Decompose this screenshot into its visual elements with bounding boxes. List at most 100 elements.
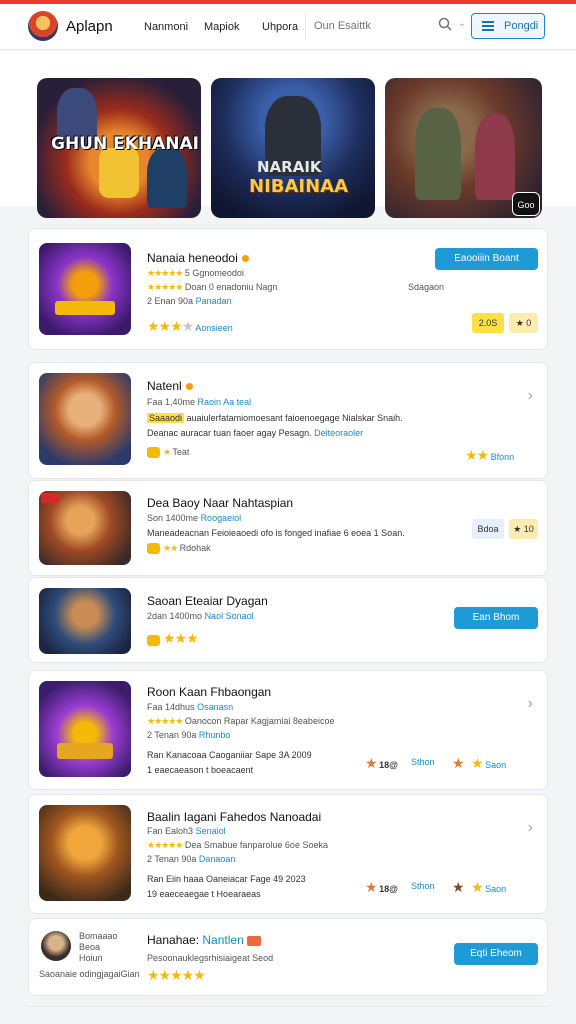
game-thumbnail[interactable] [39, 243, 131, 335]
game-card[interactable]: Baalin Iagani Fahedos Nanoadai Fan Ealoh… [28, 794, 548, 914]
info-pill[interactable]: Bdoa [472, 519, 504, 539]
chevron-right-icon[interactable]: › [528, 387, 533, 405]
meta-text: Faa 14dhus [147, 702, 195, 712]
review-title-link[interactable]: Nantlen [202, 933, 243, 947]
get-button[interactable]: Ean Bhom [454, 607, 538, 629]
info-line: 2 Tenan 90a Danaoan [147, 854, 235, 864]
banner-title: GHUN EKHANAI [51, 134, 200, 154]
rating-line: ★★★★★ Oanocon Rapar Kagjamiai 8eabeicoe [147, 716, 334, 727]
app-header: Aplapn Nanmoni Mapiok Uhpora ⌄ Pongdi [0, 4, 576, 50]
character-figure [147, 148, 187, 208]
star-icon: ★ [515, 318, 524, 328]
get-button[interactable]: Eqti Eheom [454, 943, 538, 965]
badge-row: ★★★ [147, 630, 199, 647]
character-figure [415, 108, 461, 200]
game-title[interactable]: Nanaia heneodoi [147, 251, 249, 265]
game-thumbnail[interactable] [39, 681, 131, 777]
stat-link[interactable]: Sthon [411, 757, 435, 767]
description-line: Deanac auracar tuan faoer agay Pesagn. D… [147, 428, 363, 438]
flag-icon [247, 935, 262, 946]
game-title[interactable]: Baalin Iagani Fahedos Nanoadai [147, 810, 321, 824]
info-line: 2 Tenan 90a Rhunbo [147, 730, 230, 740]
star-rating: ★★★★★ [147, 282, 183, 292]
stat-link-text[interactable]: Sthon [411, 881, 435, 891]
star-icon: ★ [471, 879, 484, 895]
status-dot [241, 255, 249, 263]
featured-banner-3[interactable]: Goo [385, 78, 542, 218]
get-button[interactable]: Eaooiiin Boant [435, 248, 538, 270]
nav-item-1[interactable]: Nanmoni [144, 21, 188, 33]
button-label: Eaooiiin Boant [454, 253, 519, 264]
avatar[interactable] [41, 931, 71, 961]
stat-link-text[interactable]: Saon [485, 884, 506, 894]
info-link[interactable]: Rhunbo [199, 730, 231, 740]
game-thumbnail[interactable] [39, 588, 131, 654]
character-figure [99, 148, 139, 198]
price-pill[interactable]: 2.0S [472, 313, 504, 333]
game-card[interactable]: Dea Baoy Naar Nahtaspian Son 1400me Roog… [28, 480, 548, 576]
featured-banner-1[interactable]: GHUN EKHANAI [37, 78, 201, 218]
button-label: Eqti Eheom [470, 948, 522, 959]
rating-pill[interactable]: ★ 0 [509, 313, 538, 333]
game-card[interactable]: Nanaia heneodoi ★★★★★ 5 Ggnomeodoi ★★★★★… [28, 228, 548, 350]
rating-link[interactable]: Aonsieen [195, 323, 233, 333]
stat-group: ★ 18@ [365, 755, 398, 772]
stat-link[interactable]: Sthon [411, 881, 435, 891]
meta-link[interactable]: Senaiol [196, 826, 226, 836]
review-card[interactable]: Bomaaao Beoa Hoiun Saoanaie odingjagaiGi… [28, 918, 548, 996]
header-menu-button[interactable]: Pongdi [471, 13, 545, 39]
game-title[interactable]: Saoan Eteaiar Dyagan [147, 594, 268, 608]
meta-line: Son 1400me Roogaeiol [147, 513, 241, 523]
game-title[interactable]: Roon Kaan Fhbaongan [147, 685, 271, 699]
avatar-caption: Bomaaao [79, 931, 118, 941]
featured-banner-2[interactable]: NARAIK NIBAINAA [211, 78, 375, 218]
meta-line: Faa 1,40me Raoin Aa teal [147, 397, 251, 407]
review-text: Pesoonauklegsrhisiaigeat Seod [147, 953, 274, 963]
star-icons: ★★ [163, 543, 178, 553]
review-title[interactable]: Hanahae: Nantlen [147, 933, 262, 947]
meta-link[interactable]: Panadan [196, 296, 232, 306]
nav-item-2[interactable]: Mapiok [204, 21, 239, 33]
game-title[interactable]: Natenl [147, 379, 193, 393]
description-link[interactable]: Deiteoraoler [314, 428, 363, 438]
stat-link-text[interactable]: Saon [485, 760, 506, 770]
badge-text: Rdohak [179, 543, 211, 553]
meta-text: Fan Ealoh3 [147, 826, 194, 836]
right-link[interactable]: Bfonn [491, 452, 515, 462]
star-icon: ★ [163, 447, 171, 457]
game-card[interactable]: Saoan Eteaiar Dyagan 2dan 1400mo Naol So… [28, 577, 548, 663]
game-title[interactable]: Dea Baoy Naar Nahtaspian [147, 496, 293, 510]
info-text: 2 Tenan 90a [147, 730, 197, 740]
info-link[interactable]: Danaoan [199, 854, 236, 864]
highlight-tag: Saaaodi [147, 413, 185, 423]
chevron-down-icon[interactable]: ⌄ [458, 18, 466, 29]
brand-name[interactable]: Aplapn [66, 18, 113, 35]
rating-pill[interactable]: ★ 10 [509, 519, 538, 539]
meta-link[interactable]: Osanasn [197, 702, 233, 712]
star-icon: ★ [452, 755, 465, 771]
meta-link[interactable]: Raoin Aa teal [198, 397, 252, 407]
game-thumbnail[interactable] [39, 805, 131, 901]
search-input[interactable] [314, 17, 424, 35]
star-rating: ★★★★★ [147, 840, 183, 850]
app-logo[interactable] [28, 11, 58, 41]
meta-link[interactable]: Naol Sonaol [205, 611, 254, 621]
meta-link[interactable]: Roogaeiol [201, 513, 242, 523]
description-text: Deanac auracar tuan faoer agay Pesagn. [147, 428, 312, 438]
rating-row: ★★★★ Aonsieen [147, 318, 233, 335]
rating-line: ★★★★★ 5 Ggnomeodoi [147, 268, 244, 279]
description-line: 1 eaecaeason t boeacaent [147, 765, 254, 775]
chevron-right-icon[interactable]: › [528, 819, 533, 837]
meta-text: 2dan 1400mo [147, 611, 203, 621]
game-thumbnail[interactable] [39, 491, 131, 565]
star-icons: ★★★ [163, 630, 199, 646]
game-card[interactable]: Roon Kaan Fhbaongan Faa 14dhus Osanasn ★… [28, 670, 548, 790]
stat-link-text[interactable]: Sthon [411, 757, 435, 767]
game-thumbnail[interactable] [39, 373, 131, 465]
game-card[interactable]: Natenl Faa 1,40me Raoin Aa teal Saaaodi … [28, 362, 548, 479]
chevron-right-icon[interactable]: › [528, 695, 533, 713]
nav-item-3[interactable]: Uhpora [262, 21, 298, 33]
thumbnail-tag [41, 493, 59, 503]
search-icon[interactable] [438, 17, 452, 31]
thumbnail-text [57, 743, 113, 759]
